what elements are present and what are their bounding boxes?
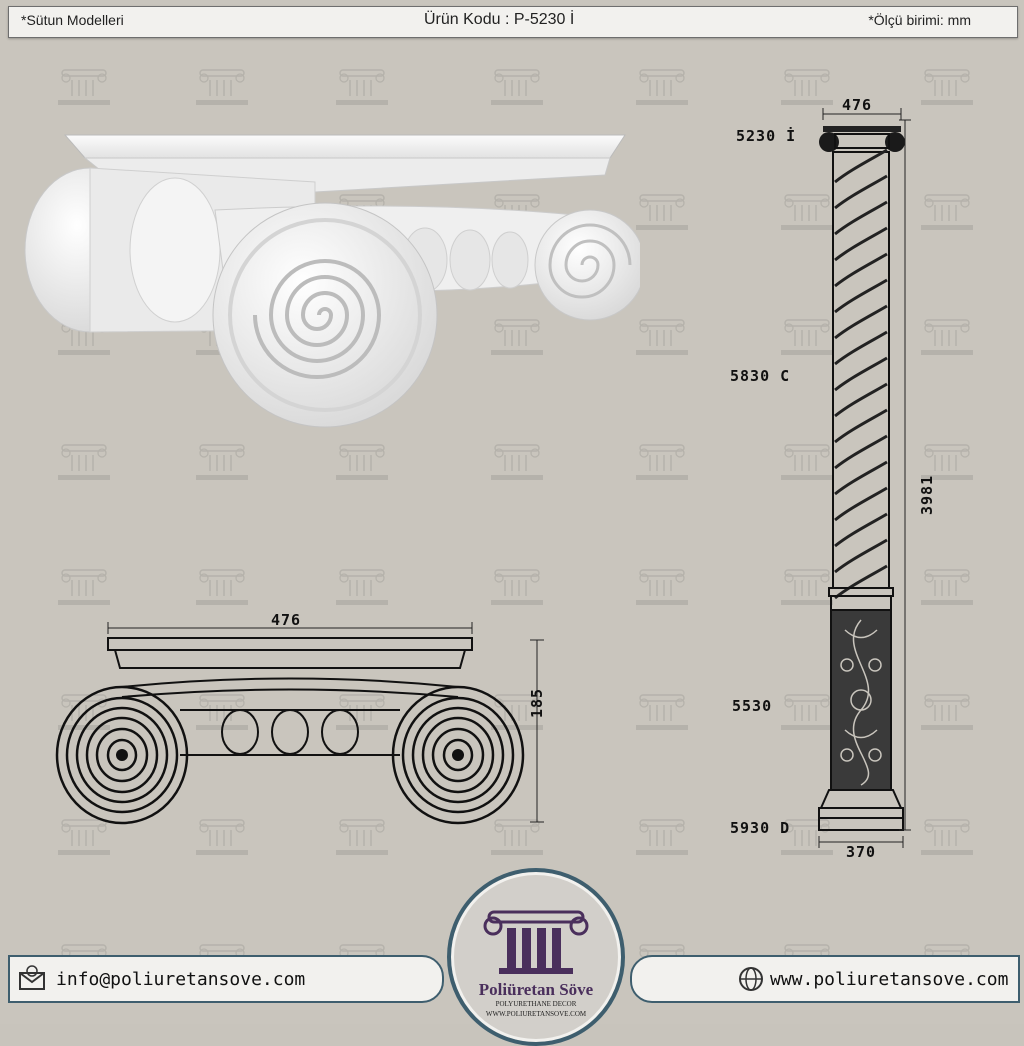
shaft-twist-line: [834, 200, 888, 236]
brand-logo: Poliüretan Söve POLYURETHANE DECOR WWW.P…: [447, 868, 625, 1046]
drawing-width-label: 476: [271, 611, 302, 629]
watermark-mark: [195, 444, 249, 481]
column-bottom-width: 370: [846, 843, 877, 861]
shaft-twist-line: [834, 434, 888, 470]
watermark-mark: [635, 569, 689, 606]
category-label: *Sütun Modelleri: [21, 12, 124, 28]
brand-name: Poliüretan Söve: [478, 980, 594, 999]
column-label-plinth: 5930 D: [730, 819, 791, 837]
shaft-twist-line: [834, 564, 888, 600]
shaft-twist-line: [834, 174, 888, 210]
shaft-twist-line: [834, 226, 888, 262]
watermark-mark: [635, 819, 689, 856]
globe-icon: [738, 966, 764, 992]
column-label-capital: 5230 İ: [736, 127, 797, 145]
shaft-twist-line: [834, 512, 888, 548]
brand-tagline: POLYURETHANE DECOR: [495, 1000, 577, 1008]
brand-url: WWW.POLIURETANSOVE.COM: [485, 1010, 587, 1018]
watermark-mark: [635, 319, 689, 356]
capital-technical-drawing: [55, 622, 544, 825]
drawing-height-label: 185: [528, 687, 546, 718]
shaft-twist-line: [834, 356, 888, 392]
shaft-twist-line: [834, 304, 888, 340]
product-code: Ürün Kodu : P-5230 İ: [424, 11, 575, 28]
watermark-mark: [57, 444, 111, 481]
product-sheet: *Sütun Modelleri Ürün Kodu : P-5230 İ *Ö…: [0, 0, 1024, 1046]
capital-render: [24, 134, 640, 428]
email-pill[interactable]: info@poliuretansove.com: [8, 955, 444, 1003]
column-top-width: 476: [842, 96, 873, 114]
watermark-mark: [635, 69, 689, 106]
watermark-mark: [635, 194, 689, 231]
shaft-twist-line: [834, 278, 888, 314]
shaft-twist-line: [834, 486, 888, 522]
column-total-height: 3981: [918, 474, 936, 515]
shaft-twist-line: [834, 538, 888, 574]
column-label-shaft: 5830 C: [730, 367, 791, 385]
website-pill[interactable]: www.poliuretansove.com: [630, 955, 1020, 1003]
website-link[interactable]: www.poliuretansove.com: [770, 969, 1008, 990]
shaft-twist-line: [834, 408, 888, 444]
shaft-twist-line: [834, 330, 888, 366]
watermark-mark: [335, 444, 389, 481]
watermark-mark: [635, 694, 689, 731]
shaft-twist-line: [834, 148, 888, 184]
column-label-base-decor: 5530: [732, 697, 773, 715]
header-bar: *Sütun Modelleri Ürün Kodu : P-5230 İ *Ö…: [8, 6, 1018, 38]
unit-label: *Ölçü birimi: mm: [868, 12, 971, 28]
shaft-twist-line: [834, 252, 888, 288]
column-logo-icon: [483, 910, 589, 974]
shaft-twist-line: [834, 382, 888, 418]
email-link[interactable]: info@poliuretansove.com: [56, 969, 305, 990]
email-icon: [18, 965, 46, 991]
watermark-mark: [635, 444, 689, 481]
full-column-drawing: [818, 108, 911, 848]
watermark-mark: [490, 444, 544, 481]
shaft-twist-line: [834, 460, 888, 496]
